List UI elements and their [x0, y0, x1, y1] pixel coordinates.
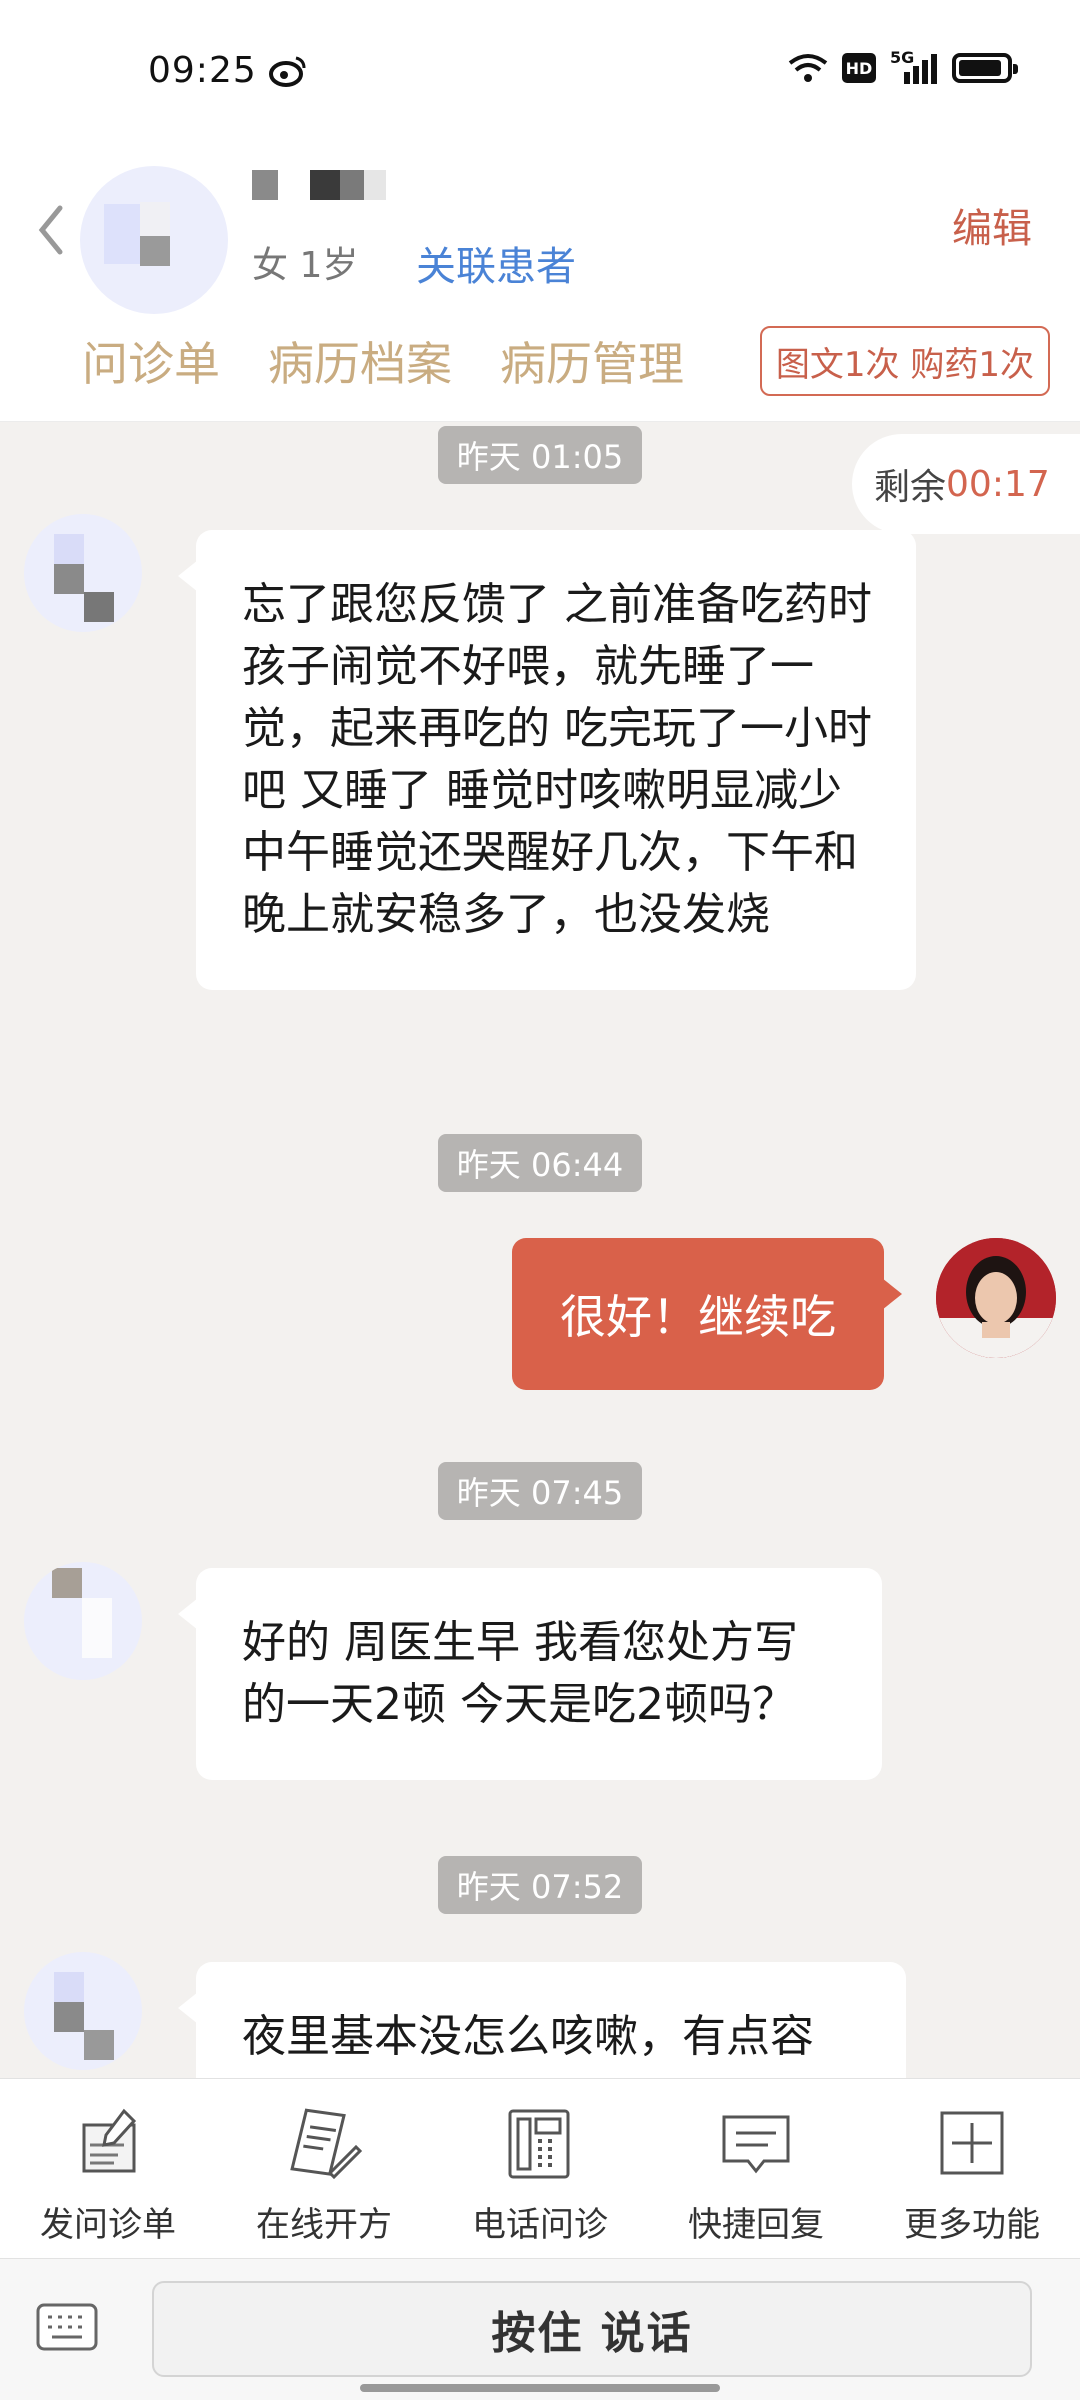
- tab-record-management[interactable]: 病历管理: [500, 328, 684, 394]
- doctor-message-bubble: 很好！继续吃: [512, 1238, 902, 1390]
- action-toolbar: 发问诊单 在线开方 电话问诊 快捷回复 更多功能: [0, 2078, 1080, 2258]
- quick-reply-button[interactable]: 快捷回复: [648, 2079, 864, 2258]
- remaining-time-value: 00:17: [946, 463, 1050, 505]
- status-time: 09:25: [148, 50, 257, 91]
- phone-icon: [508, 2109, 570, 2179]
- patient-name-blurred: [252, 170, 386, 200]
- more-functions-button[interactable]: 更多功能: [864, 2079, 1080, 2258]
- hd-icon: HD: [842, 53, 876, 83]
- patient-header: 女 1岁 关联患者 编辑 问诊单 病历档案 病历管理 图文1次 购药1次: [0, 140, 1080, 422]
- remaining-time-badge: 剩余 00:17: [852, 434, 1080, 534]
- tool-label: 在线开方: [256, 2205, 392, 2245]
- patient-message-bubble: 好的 周医生早 我看您处方写的一天2顿 今天是吃2顿吗？: [178, 1568, 882, 1780]
- home-indicator[interactable]: [360, 2384, 720, 2392]
- quick-reply-icon: [722, 2115, 790, 2174]
- send-form-button[interactable]: 发问诊单: [0, 2079, 216, 2258]
- tool-label: 更多功能: [904, 2205, 1040, 2245]
- chat-area[interactable]: 昨天 01:05 剩余 00:17 忘了跟您反馈了 之前准备吃药时孩子闹觉不好喂，…: [0, 422, 1080, 2078]
- keyboard-icon[interactable]: [36, 2303, 98, 2351]
- weibo-icon: [269, 56, 306, 87]
- signal-icon: 5G: [890, 48, 938, 84]
- edit-button[interactable]: 编辑: [952, 196, 1032, 254]
- status-bar: 09:25 HD 5G: [0, 0, 1080, 140]
- remaining-label: 剩余: [874, 467, 947, 508]
- patient-message-bubble: 忘了跟您反馈了 之前准备吃药时孩子闹觉不好喂，就先睡了一觉，起来再吃的 吃完玩了…: [178, 530, 916, 990]
- prescription-icon: [290, 2108, 363, 2180]
- input-bar: 按住 说话: [0, 2258, 1080, 2400]
- link-patient-link[interactable]: 关联患者: [416, 234, 576, 292]
- tab-consultation-form[interactable]: 问诊单: [82, 328, 220, 394]
- tool-label: 发问诊单: [40, 2205, 176, 2245]
- patient-chat-avatar[interactable]: [24, 1562, 142, 1680]
- header-tabs: 问诊单 病历档案 病历管理: [82, 328, 684, 394]
- tab-medical-records[interactable]: 病历档案: [268, 328, 452, 394]
- plus-icon: [940, 2111, 1004, 2175]
- patient-chat-avatar[interactable]: [24, 1952, 142, 2070]
- service-count-badge[interactable]: 图文1次 购药1次: [759, 326, 1050, 396]
- doctor-avatar[interactable]: [936, 1238, 1056, 1358]
- message-timestamp: 昨天 07:45: [438, 1462, 642, 1520]
- patient-gender-age: 女 1岁: [252, 245, 359, 286]
- patient-avatar[interactable]: [80, 166, 228, 314]
- message-timestamp: 昨天 01:05: [438, 426, 642, 484]
- patient-chat-avatar[interactable]: [24, 514, 142, 632]
- back-icon[interactable]: [34, 200, 70, 260]
- wifi-icon: [788, 54, 828, 82]
- form-icon: [82, 2108, 137, 2173]
- battery-icon: [952, 53, 1018, 83]
- online-prescription-button[interactable]: 在线开方: [216, 2079, 432, 2258]
- tool-label: 电话问诊: [472, 2205, 608, 2245]
- message-timestamp: 昨天 07:52: [438, 1856, 642, 1914]
- message-timestamp: 昨天 06:44: [438, 1134, 642, 1192]
- patient-message-bubble: 夜里基本没怎么咳嗽，有点容: [178, 1962, 906, 2078]
- hold-to-talk-button[interactable]: 按住 说话: [152, 2281, 1032, 2377]
- phone-consult-button[interactable]: 电话问诊: [432, 2079, 648, 2258]
- tool-label: 快捷回复: [688, 2205, 824, 2245]
